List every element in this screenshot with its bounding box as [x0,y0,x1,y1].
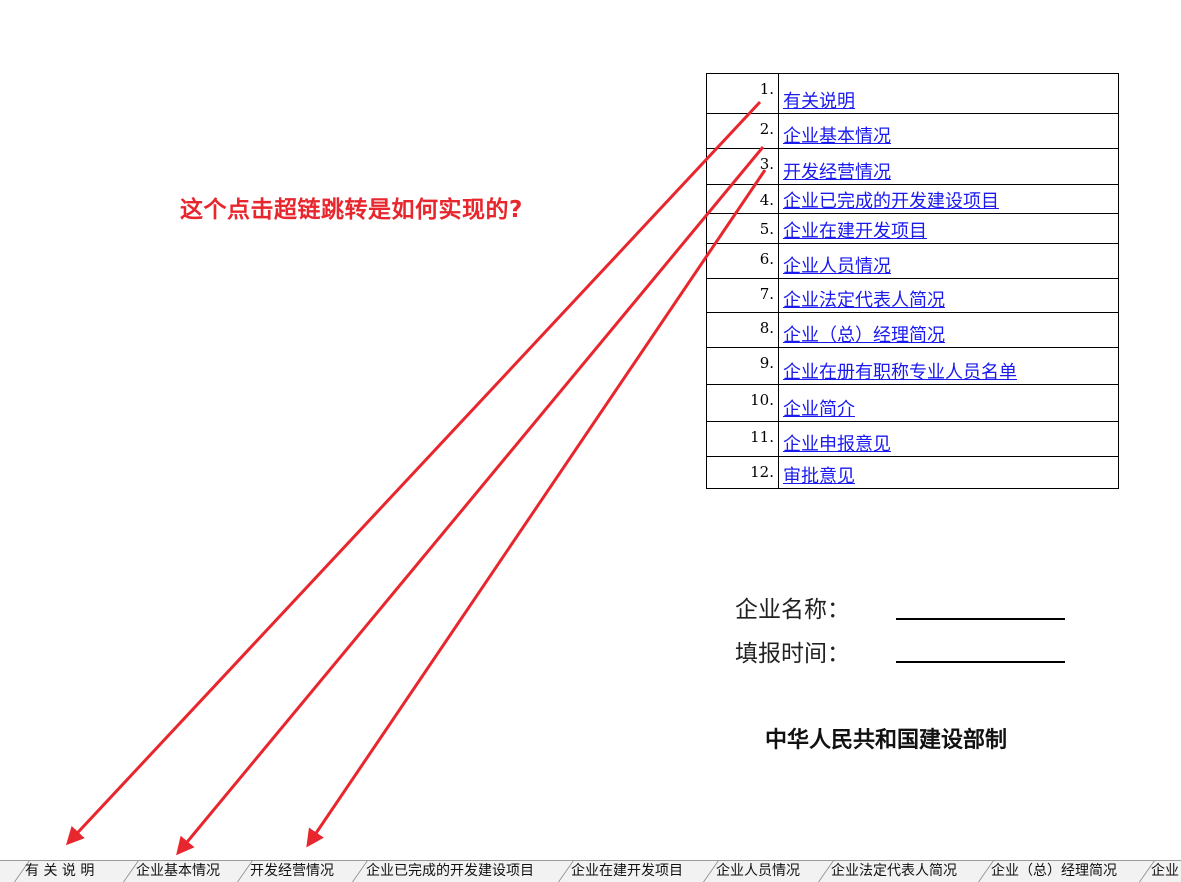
toc-link-operations[interactable]: 开发经营情况 [783,162,891,183]
toc-number: 4. [706,184,779,214]
toc-link-company-profile[interactable]: 企业简介 [783,399,855,420]
issuer-title: 中华人民共和国建设部制 [765,728,1008,753]
toc-row: 3. 开发经营情况 [706,148,1119,185]
toc-row: 6. 企业人员情况 [706,243,1119,279]
toc-link-approval-opinion[interactable]: 审批意见 [783,466,855,487]
toc-number: 9. [706,347,779,385]
company-name-field[interactable] [896,618,1065,620]
toc-number: 12. [706,456,779,489]
sheet-tab-completed-projects[interactable]: 企业已完成的开发建设项目 [366,861,534,882]
fill-date-field[interactable] [896,661,1065,663]
sheet-tab-staff[interactable]: 企业人员情况 [716,861,800,882]
toc-number: 7. [706,278,779,313]
arrow-to-tab-operations [306,169,767,848]
toc-row: 8. 企业（总）经理简况 [706,312,1119,348]
sheet-tab-ongoing-projects[interactable]: 企业在建开发项目 [571,861,683,882]
toc-number: 6. [706,243,779,279]
sheet-tab-general-manager[interactable]: 企业（总）经理简况 [991,861,1117,882]
toc-row: 9. 企业在册有职称专业人员名单 [706,347,1119,385]
toc-row: 7. 企业法定代表人简况 [706,278,1119,313]
toc-row: 1. 有关说明 [706,73,1119,114]
toc-row: 12. 审批意见 [706,456,1119,489]
toc-link-completed-projects[interactable]: 企业已完成的开发建设项目 [783,191,999,212]
toc-number: 3. [706,148,779,185]
toc-number: 10. [706,384,779,422]
toc-link-legal-rep[interactable]: 企业法定代表人简况 [783,290,945,311]
toc-link-professional-staff[interactable]: 企业在册有职称专业人员名单 [783,362,1017,383]
toc-number: 2. [706,113,779,149]
toc-link-instructions[interactable]: 有关说明 [783,91,855,112]
sheet-tab-legal-rep[interactable]: 企业法定代表人简况 [831,861,957,882]
sheet-tab-partial[interactable]: 企业 [1151,861,1181,882]
arrow-to-tab-basic-info [176,146,765,856]
toc-table: 1. 有关说明 2. 企业基本情况 3. 开发经营情况 4. 企业已完成的开发建… [706,73,1119,489]
toc-row: 5. 企业在建开发项目 [706,213,1119,244]
toc-link-ongoing-projects[interactable]: 企业在建开发项目 [783,221,927,242]
sheet-tab-bar: 有 关 说 明 企业基本情况 开发经营情况 企业已完成的开发建设项目 企业在建开… [0,860,1181,882]
toc-number: 1. [706,73,779,114]
toc-number: 11. [706,421,779,457]
company-name-label: 企业名称： [735,597,850,623]
toc-number: 5. [706,213,779,244]
sheet-tab-operations[interactable]: 开发经营情况 [250,861,334,882]
toc-link-staff[interactable]: 企业人员情况 [783,256,891,277]
toc-link-application-opinion[interactable]: 企业申报意见 [783,434,891,455]
fill-date-label: 填报时间： [735,641,850,667]
toc-row: 2. 企业基本情况 [706,113,1119,149]
sheet-tab-instructions[interactable]: 有 关 说 明 [25,861,94,882]
toc-number: 8. [706,312,779,348]
sheet-tab-basic-info[interactable]: 企业基本情况 [136,861,220,882]
toc-link-basic-info[interactable]: 企业基本情况 [783,126,891,147]
toc-row: 11. 企业申报意见 [706,421,1119,457]
toc-link-general-manager[interactable]: 企业（总）经理简况 [783,325,945,346]
toc-row: 10. 企业简介 [706,384,1119,422]
toc-row: 4. 企业已完成的开发建设项目 [706,184,1119,214]
annotation-question: 这个点击超链跳转是如何实现的? [180,197,523,223]
